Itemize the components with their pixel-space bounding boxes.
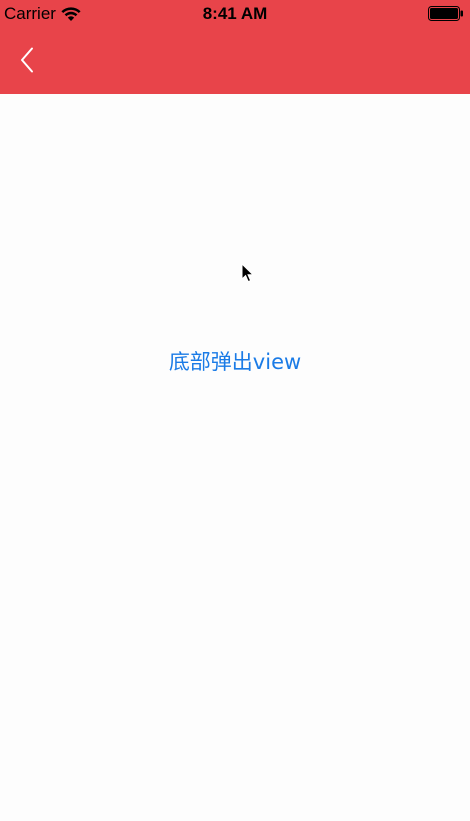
- battery-icon: [428, 6, 463, 21]
- bottom-popup-button[interactable]: 底部弹出view: [0, 346, 470, 376]
- mouse-cursor-icon: [241, 263, 255, 283]
- status-time: 8:41 AM: [202, 4, 268, 23]
- status-bar: Carrier 8:41 AM: [0, 0, 470, 28]
- chevron-left-icon: [21, 47, 33, 73]
- back-button[interactable]: [10, 40, 44, 80]
- main-content: 底部弹出view: [0, 94, 470, 821]
- navigation-header: Carrier 8:41 AM: [0, 0, 470, 94]
